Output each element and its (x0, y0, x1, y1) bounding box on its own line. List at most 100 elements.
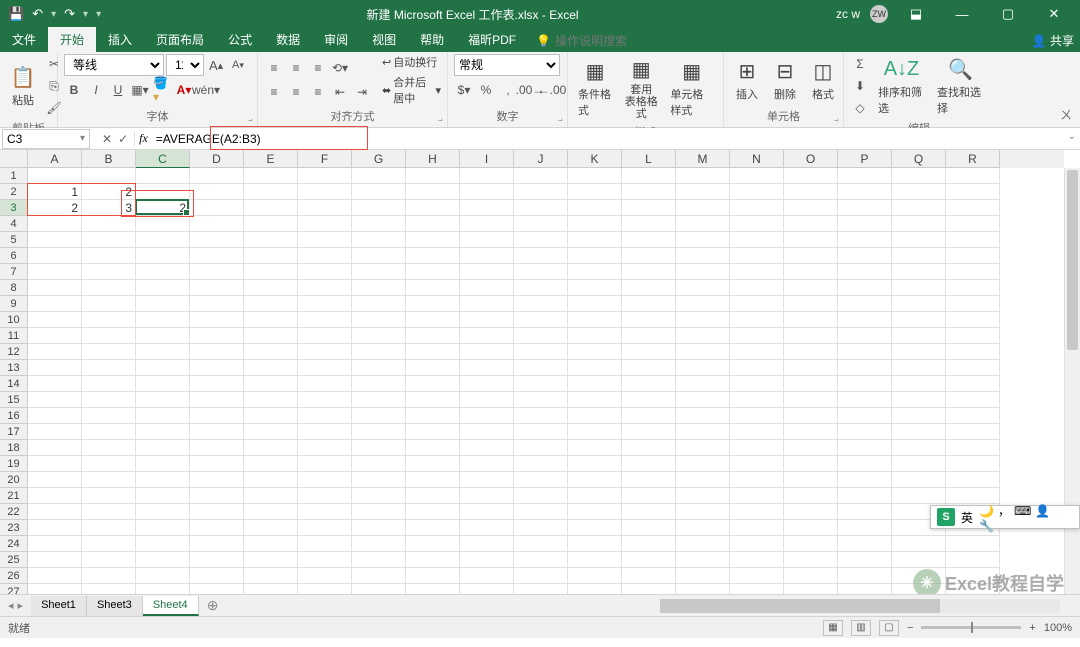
normal-view-icon[interactable]: ▦ (823, 620, 843, 636)
cell-K8[interactable] (568, 280, 622, 296)
italic-button[interactable]: I (86, 80, 106, 100)
cell-H8[interactable] (406, 280, 460, 296)
cell-R17[interactable] (946, 424, 1000, 440)
cell-F25[interactable] (298, 552, 352, 568)
cell-O3[interactable] (784, 200, 838, 216)
cell-R14[interactable] (946, 376, 1000, 392)
cell-A10[interactable] (28, 312, 82, 328)
cell-P17[interactable] (838, 424, 892, 440)
page-layout-view-icon[interactable]: ▥ (851, 620, 871, 636)
cell-M22[interactable] (676, 504, 730, 520)
cell-K2[interactable] (568, 184, 622, 200)
cell-P27[interactable] (838, 584, 892, 594)
tab-审阅[interactable]: 审阅 (312, 27, 360, 52)
cell-I17[interactable] (460, 424, 514, 440)
cell-O16[interactable] (784, 408, 838, 424)
cell-Q4[interactable] (892, 216, 946, 232)
cell-N20[interactable] (730, 472, 784, 488)
cell-E26[interactable] (244, 568, 298, 584)
cell-J2[interactable] (514, 184, 568, 200)
cell-O23[interactable] (784, 520, 838, 536)
cell-A25[interactable] (28, 552, 82, 568)
phonetic-button[interactable]: wén▾ (196, 80, 216, 100)
cell-O14[interactable] (784, 376, 838, 392)
cell-H3[interactable] (406, 200, 460, 216)
col-header-C[interactable]: C (136, 150, 190, 168)
cell-G22[interactable] (352, 504, 406, 520)
cell-D4[interactable] (190, 216, 244, 232)
cell-G16[interactable] (352, 408, 406, 424)
indent-dec-icon[interactable]: ⇤ (330, 82, 350, 102)
cell-M24[interactable] (676, 536, 730, 552)
cell-R25[interactable] (946, 552, 1000, 568)
conditional-format-button[interactable]: ▦条件格式 (574, 56, 616, 120)
cell-Q16[interactable] (892, 408, 946, 424)
cell-C27[interactable] (136, 584, 190, 594)
cell-I16[interactable] (460, 408, 514, 424)
cell-H18[interactable] (406, 440, 460, 456)
format-as-table-button[interactable]: ▦套用 表格格式 (620, 54, 662, 122)
cell-Q13[interactable] (892, 360, 946, 376)
cell-O10[interactable] (784, 312, 838, 328)
cell-K13[interactable] (568, 360, 622, 376)
cell-I7[interactable] (460, 264, 514, 280)
cell-J1[interactable] (514, 168, 568, 184)
cell-N12[interactable] (730, 344, 784, 360)
cell-O21[interactable] (784, 488, 838, 504)
cell-N2[interactable] (730, 184, 784, 200)
cell-A1[interactable] (28, 168, 82, 184)
cell-A26[interactable] (28, 568, 82, 584)
row-header-18[interactable]: 18 (0, 440, 28, 456)
cell-H6[interactable] (406, 248, 460, 264)
cell-F13[interactable] (298, 360, 352, 376)
cell-L24[interactable] (622, 536, 676, 552)
minimize-button[interactable]: — (944, 7, 980, 22)
cell-B27[interactable] (82, 584, 136, 594)
row-header-27[interactable]: 27 (0, 584, 28, 594)
cell-C24[interactable] (136, 536, 190, 552)
cell-N7[interactable] (730, 264, 784, 280)
cell-H27[interactable] (406, 584, 460, 594)
cell-M16[interactable] (676, 408, 730, 424)
cell-I5[interactable] (460, 232, 514, 248)
cell-C25[interactable] (136, 552, 190, 568)
cell-F27[interactable] (298, 584, 352, 594)
name-box-dropdown-icon[interactable]: ▾ (80, 133, 85, 144)
sort-filter-button[interactable]: A↓Z排序和筛选 (874, 54, 929, 118)
cell-O22[interactable] (784, 504, 838, 520)
cell-I21[interactable] (460, 488, 514, 504)
cells-area[interactable]: 12232 (28, 168, 1064, 594)
cell-J3[interactable] (514, 200, 568, 216)
cell-H20[interactable] (406, 472, 460, 488)
cell-R6[interactable] (946, 248, 1000, 264)
cell-R7[interactable] (946, 264, 1000, 280)
cell-H19[interactable] (406, 456, 460, 472)
row-header-7[interactable]: 7 (0, 264, 28, 280)
cell-J12[interactable] (514, 344, 568, 360)
col-header-R[interactable]: R (946, 150, 1000, 168)
cell-C23[interactable] (136, 520, 190, 536)
cell-Q21[interactable] (892, 488, 946, 504)
cell-R13[interactable] (946, 360, 1000, 376)
cell-C21[interactable] (136, 488, 190, 504)
tab-视图[interactable]: 视图 (360, 27, 408, 52)
cell-I26[interactable] (460, 568, 514, 584)
collapse-ribbon-icon[interactable]: ㄨ (1060, 106, 1072, 123)
cell-E8[interactable] (244, 280, 298, 296)
cell-I23[interactable] (460, 520, 514, 536)
cell-M1[interactable] (676, 168, 730, 184)
cell-F23[interactable] (298, 520, 352, 536)
cell-A3[interactable]: 2 (28, 200, 82, 216)
col-header-H[interactable]: H (406, 150, 460, 168)
cell-D22[interactable] (190, 504, 244, 520)
cell-E24[interactable] (244, 536, 298, 552)
cell-B4[interactable] (82, 216, 136, 232)
row-header-14[interactable]: 14 (0, 376, 28, 392)
cell-J7[interactable] (514, 264, 568, 280)
cell-M3[interactable] (676, 200, 730, 216)
cell-P5[interactable] (838, 232, 892, 248)
cell-O19[interactable] (784, 456, 838, 472)
cell-L2[interactable] (622, 184, 676, 200)
cell-B9[interactable] (82, 296, 136, 312)
cell-C12[interactable] (136, 344, 190, 360)
